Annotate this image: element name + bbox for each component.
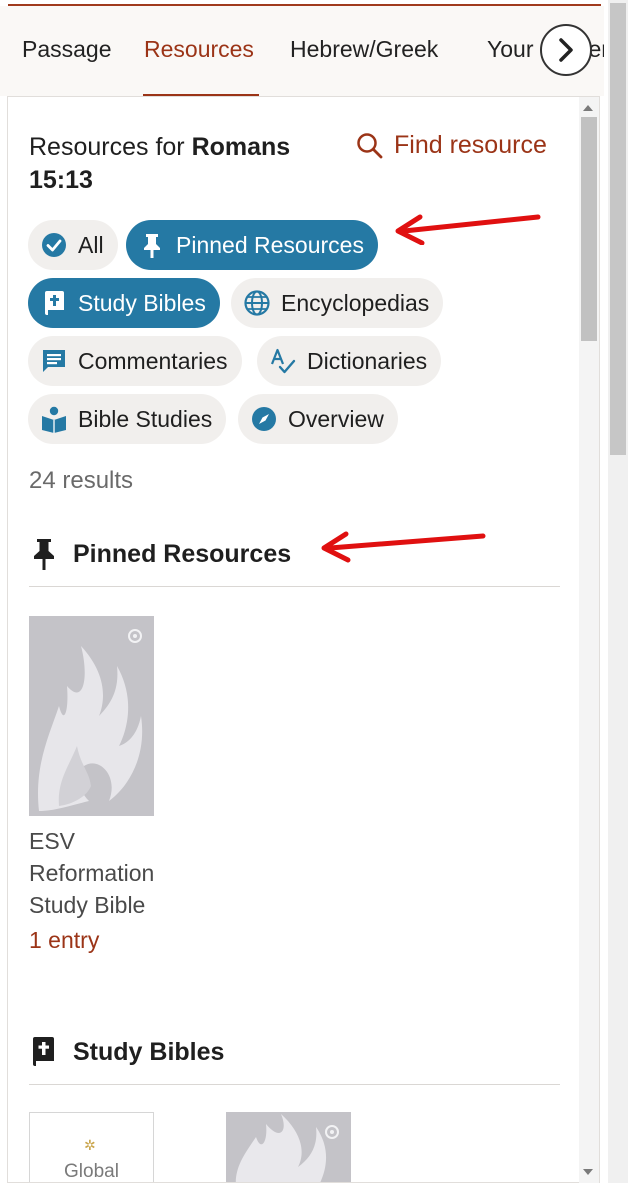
- filter-chip-dictionaries[interactable]: Dictionaries: [257, 336, 442, 386]
- scroll-tabs-right-button[interactable]: [540, 24, 592, 76]
- section-divider: [29, 586, 560, 587]
- filter-chip-label: Overview: [288, 405, 384, 432]
- publisher-logo-icon: ✲: [84, 1137, 96, 1153]
- book-entry-count[interactable]: 1 entry: [29, 927, 99, 954]
- section-heading-pinned: Pinned Resources: [29, 537, 291, 571]
- bible-icon: [33, 1037, 54, 1066]
- filter-chip-all[interactable]: All: [28, 220, 118, 270]
- flame-cover-art: [226, 1112, 351, 1182]
- filter-chip-label: Commentaries: [78, 347, 228, 374]
- filter-chip-bible-studies[interactable]: Bible Studies: [28, 394, 227, 444]
- section-title: Pinned Resources: [73, 539, 292, 568]
- panel-scrollbar-thumb[interactable]: [581, 117, 597, 341]
- results-count: 24 results: [29, 467, 134, 494]
- book-cover-global[interactable]: ✲ Global: [29, 1112, 154, 1182]
- cover-text: Global: [64, 1161, 119, 1182]
- tab-resources[interactable]: Resources: [144, 36, 254, 63]
- globe-icon: [243, 289, 271, 317]
- tab-passage[interactable]: Passage: [22, 36, 112, 63]
- bible-icon: [40, 289, 68, 317]
- filter-chip-label: Bible Studies: [78, 405, 213, 432]
- find-resource-link[interactable]: Find resource: [356, 131, 547, 160]
- spellcheck-icon: [269, 347, 297, 375]
- section-divider: [29, 1084, 560, 1085]
- tab-bar: Passage Resources Hebrew/Greek Your Cont…: [0, 6, 604, 96]
- filter-chip-label: All: [78, 231, 104, 258]
- filter-chip-overview[interactable]: Overview: [238, 394, 398, 444]
- page-title: Resources for Romans 15:13: [29, 131, 329, 197]
- search-icon: [357, 132, 383, 158]
- book-title[interactable]: ESV Reformation Study Bible: [29, 825, 179, 921]
- pin-icon: [34, 539, 54, 570]
- window-scrollbar-thumb[interactable]: [610, 3, 626, 455]
- filter-chip-encyclopedias[interactable]: Encyclopedias: [231, 278, 444, 328]
- chevron-right-icon: [559, 38, 573, 62]
- filter-chip-label: Dictionaries: [307, 347, 428, 374]
- scroll-down-arrow-icon[interactable]: [583, 1169, 593, 1175]
- heading-prefix: Resources for: [29, 133, 192, 161]
- filter-chip-label: Study Bibles: [78, 289, 206, 316]
- tab-hebrew-greek[interactable]: Hebrew/Greek: [290, 36, 438, 63]
- resources-panel: Resources for Romans 15:13 Find resource…: [7, 96, 600, 1183]
- annotation-arrow-icon: [395, 214, 541, 245]
- pin-icon: [138, 231, 166, 259]
- section-title: Study Bibles: [73, 1037, 225, 1066]
- flame-cover-art: [29, 616, 154, 816]
- panel-scrollbar[interactable]: [579, 97, 599, 1183]
- annotation-arrow-icon: [321, 531, 486, 563]
- section-heading-study-bibles: Study Bibles: [29, 1035, 224, 1069]
- check-circle-icon: [40, 231, 68, 259]
- filter-chip-commentaries[interactable]: Commentaries: [28, 336, 242, 386]
- filter-chip-label: Pinned Resources: [176, 231, 364, 258]
- filter-chip-pinned-resources[interactable]: Pinned Resources: [126, 220, 378, 270]
- filter-chip-study-bibles[interactable]: Study Bibles: [28, 278, 220, 328]
- comment-icon: [40, 347, 68, 375]
- scroll-up-arrow-icon[interactable]: [583, 105, 593, 111]
- window-scrollbar[interactable]: [608, 0, 628, 1183]
- filter-chip-label: Encyclopedias: [281, 289, 430, 316]
- find-resource-label: Find resource: [394, 131, 547, 159]
- book-cover-esv-reformation[interactable]: [29, 616, 154, 816]
- compass-icon: [250, 405, 278, 433]
- reader-icon: [40, 405, 68, 433]
- book-cover-flame[interactable]: [226, 1112, 351, 1182]
